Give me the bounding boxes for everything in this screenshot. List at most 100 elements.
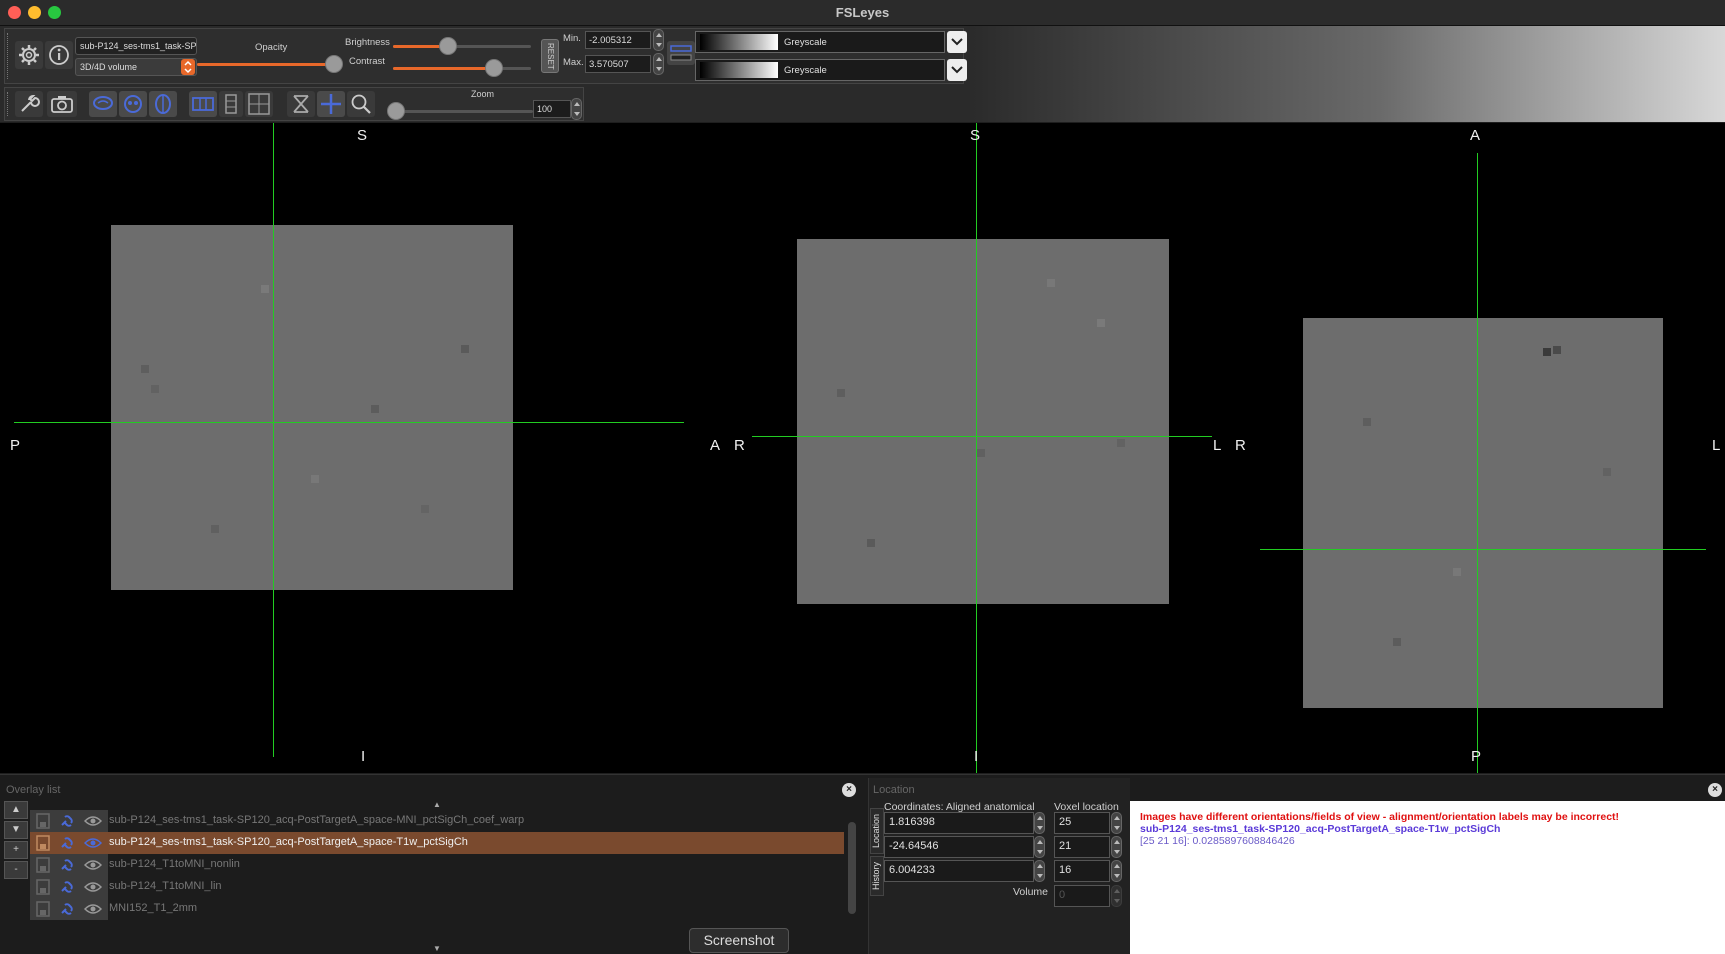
link-icon[interactable] [59, 813, 77, 829]
visibility-eye-icon[interactable] [83, 901, 103, 917]
colour-map-preview [700, 34, 778, 50]
overlay-list-item[interactable]: sub-P124_T1toMNI_nonlin [30, 854, 844, 876]
coord-x-spinner[interactable] [1034, 812, 1045, 834]
opacity-slider-knob[interactable] [325, 55, 344, 73]
visibility-eye-icon[interactable] [83, 857, 103, 873]
link-range-icon[interactable] [667, 41, 695, 65]
coord-y-field[interactable]: -24.64546 [884, 836, 1034, 858]
brightness-slider-knob[interactable] [439, 37, 458, 55]
close-location-panel-icon[interactable]: × [1708, 783, 1722, 797]
coord-z-spinner[interactable] [1034, 860, 1045, 882]
tab-location[interactable]: Location [870, 808, 884, 854]
volume-field[interactable]: 0 [1054, 885, 1110, 907]
sagittal-canvas[interactable]: S I P A [0, 123, 720, 773]
voxel-k-spinner[interactable] [1111, 860, 1122, 882]
wrench-icon[interactable] [15, 91, 43, 117]
overlay-list-scrollbar[interactable] [848, 822, 856, 914]
volume-spinner[interactable] [1111, 885, 1122, 907]
contrast-slider-knob[interactable] [484, 59, 503, 77]
colour-map-dropdown-icon[interactable] [947, 31, 967, 53]
zoom-slider-knob[interactable] [387, 102, 405, 120]
brightness-label: Brightness [345, 37, 390, 48]
coord-x-field[interactable]: 1.816398 [884, 812, 1034, 834]
move-overlay-up-button[interactable]: ▲ [4, 801, 28, 819]
orientation-top-label: S [970, 127, 981, 144]
scroll-down-arrow-icon[interactable]: ▼ [433, 944, 441, 953]
toolbar-grip[interactable] [7, 33, 11, 79]
voxel-j-field[interactable]: 21 [1054, 836, 1110, 858]
reset-button[interactable]: RESET [541, 39, 559, 73]
save-icon[interactable] [34, 857, 52, 873]
cursor-horizontal-line [1260, 549, 1706, 550]
link-icon[interactable] [59, 857, 77, 873]
min-value-field[interactable]: -2.005312 [585, 31, 651, 49]
coord-y-spinner[interactable] [1034, 836, 1045, 858]
voxel-patch [1097, 319, 1105, 327]
grid-layout-icon[interactable] [245, 91, 273, 117]
min-spinner[interactable] [653, 29, 664, 51]
max-value-field[interactable]: 3.570507 [585, 55, 651, 73]
scroll-up-arrow-icon[interactable]: ▲ [433, 800, 441, 809]
coronal-slice-image [797, 239, 1169, 604]
negative-colour-map-dropdown-icon[interactable] [947, 59, 967, 81]
remove-overlay-button[interactable]: - [4, 861, 28, 879]
contrast-slider[interactable] [393, 59, 531, 77]
overlay-name-field[interactable]: sub-P124_ses-tms1_task-SP [75, 37, 197, 55]
colour-map-select[interactable]: Greyscale [695, 31, 945, 53]
camera-icon[interactable] [47, 91, 77, 117]
overlay-list-item[interactable]: sub-P124_T1toMNI_lin [30, 876, 844, 898]
link-icon[interactable] [59, 879, 77, 895]
zoom-slider[interactable] [387, 102, 533, 120]
zoom-spinner[interactable] [571, 98, 582, 120]
overlay-item-icons [30, 832, 108, 854]
save-icon[interactable] [34, 835, 52, 851]
save-icon[interactable] [34, 901, 52, 917]
visibility-eye-icon[interactable] [83, 835, 103, 851]
negative-colour-map-select[interactable]: Greyscale [695, 59, 945, 81]
voxel-i-spinner[interactable] [1111, 812, 1122, 834]
settings-gear-icon[interactable] [15, 41, 43, 69]
move-overlay-down-button[interactable]: ▼ [4, 821, 28, 839]
axial-view-icon[interactable] [149, 91, 177, 117]
save-icon[interactable] [34, 879, 52, 895]
overlay-list-item-selected[interactable]: sub-P124_ses-tms1_task-SP120_acq-PostTar… [30, 832, 844, 854]
ortho-view[interactable]: S I P A S I R L A P R L [0, 123, 1725, 773]
voxel-k-field[interactable]: 16 [1054, 860, 1110, 882]
sagittal-slice-image [111, 225, 513, 590]
opacity-slider[interactable] [197, 55, 344, 73]
zoom-value-field[interactable]: 100 [533, 100, 571, 118]
coord-z-field[interactable]: 6.004233 [884, 860, 1034, 882]
screenshot-button[interactable]: Screenshot [689, 928, 789, 953]
cursor-vertical-line [273, 123, 274, 757]
zoom-magnifier-icon[interactable] [347, 91, 375, 117]
visibility-eye-icon[interactable] [83, 879, 103, 895]
coronal-view-icon[interactable] [119, 91, 147, 117]
toolbar-grip[interactable] [7, 92, 11, 116]
orientation-bottom-label: P [1471, 748, 1482, 765]
voxel-i-field[interactable]: 25 [1054, 812, 1110, 834]
sagittal-view-icon[interactable] [89, 91, 117, 117]
tab-history[interactable]: History [870, 856, 884, 896]
link-icon[interactable] [59, 901, 77, 917]
cursor-toggle-icon[interactable] [317, 91, 345, 117]
axial-canvas[interactable]: A P R L [1230, 123, 1725, 773]
vertical-layout-icon[interactable] [219, 91, 243, 117]
visibility-eye-icon[interactable] [83, 813, 103, 829]
movie-mode-icon[interactable] [287, 91, 315, 117]
voxel-j-spinner[interactable] [1111, 836, 1122, 858]
brightness-slider[interactable] [393, 37, 531, 55]
overlay-list-item[interactable]: MNI152_T1_2mm [30, 898, 844, 920]
info-icon[interactable] [45, 41, 73, 69]
overlay-type-select[interactable]: 3D/4D volume [75, 58, 197, 76]
close-overlay-list-icon[interactable]: × [842, 783, 856, 797]
link-icon[interactable] [59, 835, 77, 851]
overlay-type-dropdown-icon[interactable] [181, 59, 195, 75]
horizontal-layout-icon[interactable] [189, 91, 217, 117]
max-spinner[interactable] [653, 53, 664, 75]
voxel-patch [867, 539, 875, 547]
save-icon[interactable] [34, 813, 52, 829]
overlay-list-item[interactable]: sub-P124_ses-tms1_task-SP120_acq-PostTar… [30, 810, 844, 832]
add-overlay-button[interactable]: + [4, 841, 28, 859]
coronal-canvas[interactable]: S I R L [730, 123, 1230, 773]
voxel-patch [1453, 568, 1461, 576]
